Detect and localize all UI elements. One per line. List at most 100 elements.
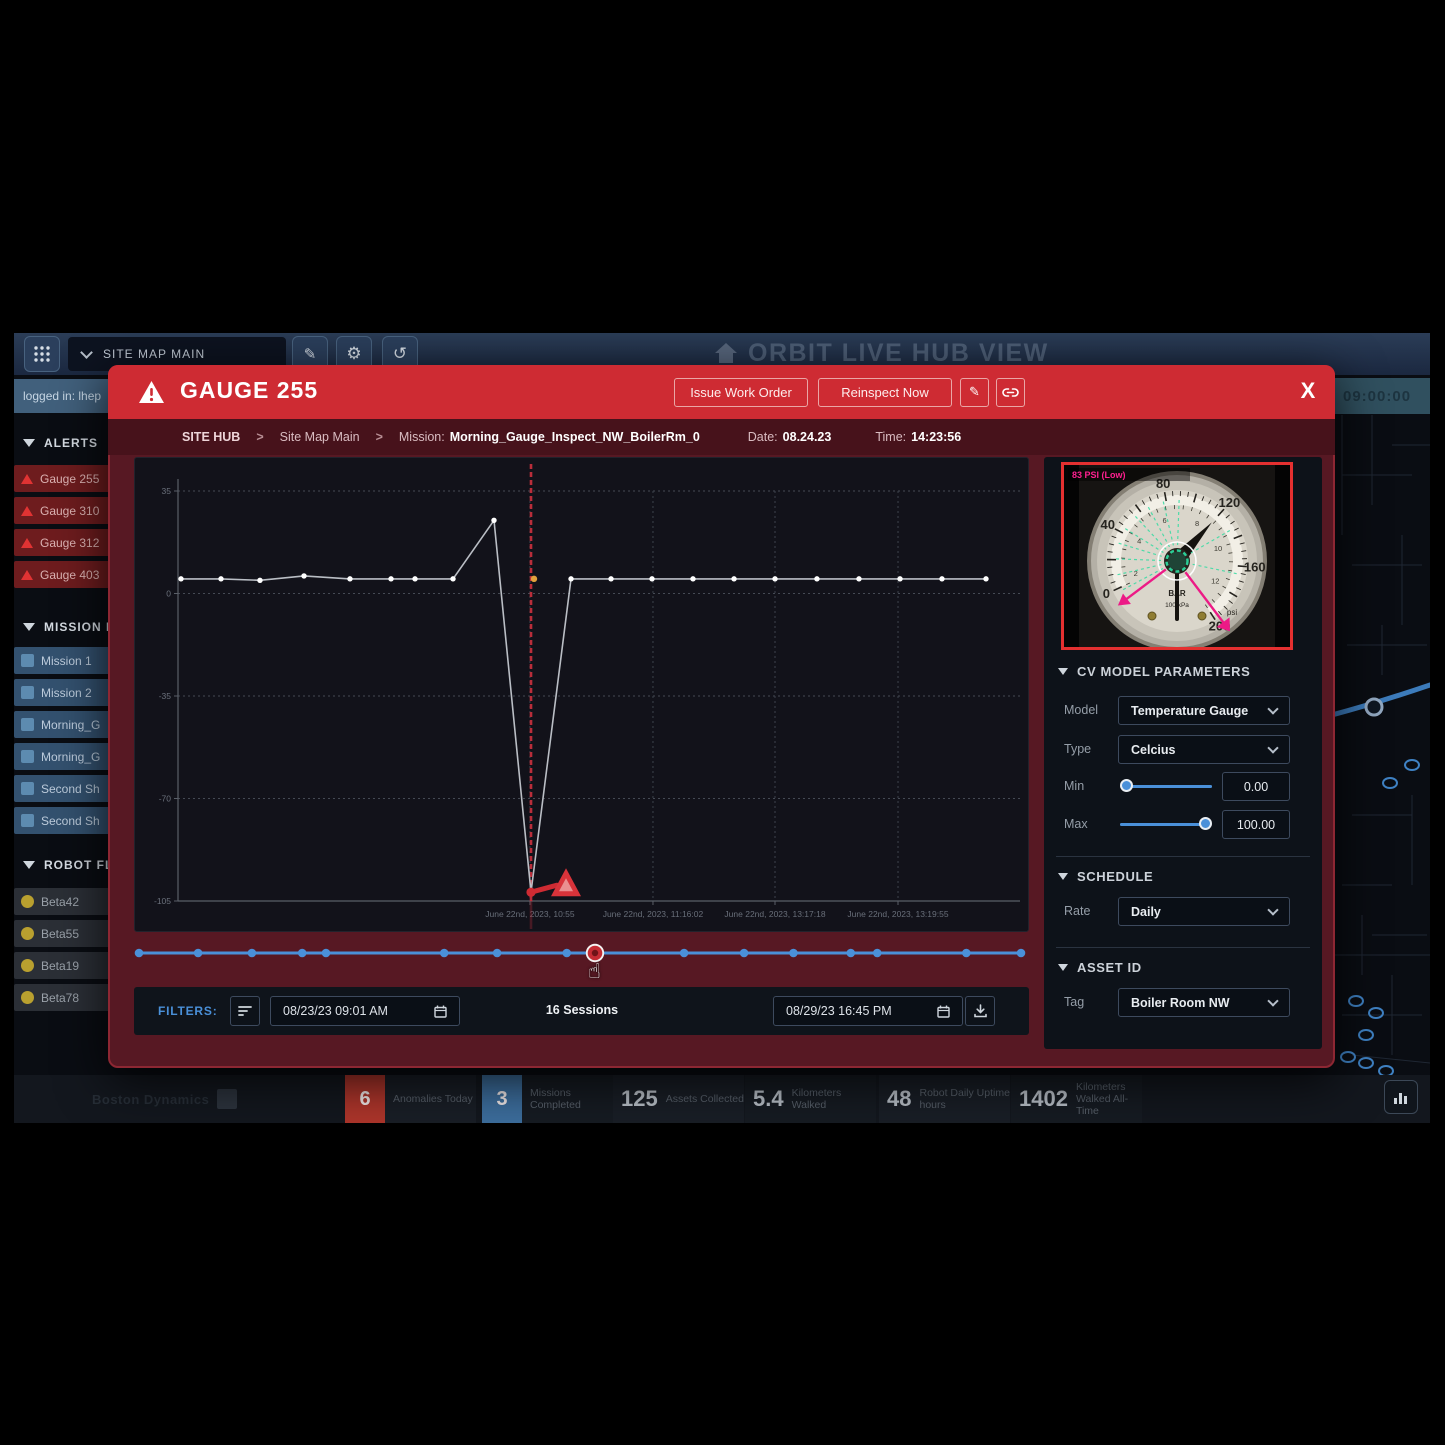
end-date-input[interactable]: 08/29/23 16:45 PM (773, 996, 963, 1026)
min-slider-handle[interactable] (1120, 779, 1133, 792)
calendar-icon (434, 1005, 447, 1018)
date-label: Date: (748, 430, 778, 444)
divider (1056, 947, 1310, 948)
collapse-triangle-icon (23, 861, 35, 869)
link-icon (1002, 387, 1019, 398)
start-date-input[interactable]: 08/23/23 09:01 AM (270, 996, 460, 1026)
filters-label: FILTERS: (158, 1004, 218, 1018)
bar-chart-icon (1393, 1090, 1409, 1104)
breadcrumb: SITE HUB > Site Map Main > Mission: Morn… (108, 419, 1335, 455)
app-grid-button[interactable] (24, 336, 60, 372)
type-label: Type (1064, 742, 1091, 756)
screenshot-stage: { "app": { "top_bar": { "site_selector":… (0, 0, 1445, 1445)
svg-text:120: 120 (1219, 495, 1241, 510)
mission-item-label: Mission 2 (41, 686, 92, 700)
robot-item-label: Beta55 (41, 927, 79, 941)
min-slider[interactable] (1120, 779, 1212, 793)
min-label: Min (1064, 779, 1084, 793)
sort-icon (238, 1005, 252, 1017)
max-slider-handle[interactable] (1199, 817, 1212, 830)
stat-value: 125 (621, 1086, 658, 1112)
modal-title: GAUGE 255 (180, 377, 318, 404)
stat-value: 3 (482, 1075, 522, 1123)
max-value-box[interactable]: 100.00 (1222, 810, 1290, 839)
filters-bar: FILTERS: 08/23/23 09:01 AM 16 Sessions (134, 987, 1029, 1035)
hand-cursor-icon: ☝ (588, 959, 601, 983)
min-value-box[interactable]: 0.00 (1222, 772, 1290, 801)
copy-link-button[interactable] (996, 378, 1025, 407)
close-modal-button[interactable]: X (1292, 375, 1324, 407)
modal-header: GAUGE 255 Issue Work Order Reinspect Now… (108, 365, 1335, 419)
stat-tile: 3Missions Completed (482, 1075, 613, 1123)
svg-text:0: 0 (1103, 586, 1110, 601)
brand-logo-row: Boston Dynamics (92, 1089, 237, 1109)
calendar-icon (937, 1005, 950, 1018)
svg-text:June 22nd, 2023, 13:19:55: June 22nd, 2023, 13:19:55 (847, 909, 948, 919)
max-label: Max (1064, 817, 1088, 831)
collapse-triangle-icon (1058, 873, 1068, 880)
svg-text:83 PSI (Low): 83 PSI (Low) (1072, 470, 1126, 480)
collapse-triangle-icon (1058, 668, 1068, 675)
stat-value: 6 (345, 1075, 385, 1123)
mission-icon (21, 814, 34, 827)
warning-triangle-icon (138, 380, 165, 404)
robot-status-icon (21, 991, 34, 1004)
mission-item-label: Morning_G (41, 718, 100, 732)
tag-dropdown[interactable]: Boiler Room NW (1118, 988, 1290, 1017)
svg-text:-70: -70 (159, 794, 172, 804)
timeline-scrubber[interactable] (134, 939, 1029, 969)
alert-item-label: Gauge 255 (40, 472, 99, 486)
grid-icon (33, 345, 51, 363)
home-icon (714, 342, 738, 364)
analytics-toggle-button[interactable] (1384, 1080, 1418, 1114)
svg-text:psi: psi (1227, 608, 1237, 617)
gauge-photo-frame[interactable]: 0408012016020024681012BAR100 kPapsi83 PS… (1061, 462, 1293, 650)
stat-tile: 5.4Kilometers Walked (745, 1075, 876, 1123)
mission-icon (21, 750, 34, 763)
svg-text:35: 35 (162, 486, 172, 496)
edit-gauge-button[interactable]: ✎ (960, 378, 989, 407)
model-dropdown[interactable]: Temperature Gauge (1118, 696, 1290, 725)
breadcrumb-site[interactable]: SITE HUB (182, 430, 240, 444)
stat-label: Robot Daily Uptime hours (919, 1087, 1010, 1111)
dashboard-app: SITE MAP MAIN ✎ ⚙ ↺ ORBIT LIVE HUB VIEW … (14, 333, 1430, 1123)
date-value: 08.24.23 (783, 430, 832, 444)
pencil-icon: ✎ (304, 345, 317, 363)
warning-triangle-icon (21, 506, 33, 516)
gauge-detail-modal: GAUGE 255 Issue Work Order Reinspect Now… (108, 365, 1335, 1068)
svg-text:40: 40 (1101, 517, 1115, 532)
issue-work-order-button[interactable]: Issue Work Order (674, 378, 808, 407)
stat-value: 1402 (1019, 1086, 1068, 1112)
rate-dropdown[interactable]: Daily (1118, 897, 1290, 926)
type-dropdown[interactable]: Celcius (1118, 735, 1290, 764)
sessions-line-chart[interactable]: 350-35-70-105June 22nd, 2023, 10:55June … (135, 458, 1028, 931)
breadcrumb-mission-name: Morning_Gauge_Inspect_NW_BoilerRm_0 (450, 430, 700, 444)
chevron-down-icon (1267, 742, 1278, 753)
asset-id-header[interactable]: ASSET ID (1058, 960, 1142, 975)
stat-label: Assets Collected (666, 1093, 744, 1105)
download-button[interactable] (965, 996, 995, 1026)
svg-text:6: 6 (1162, 516, 1166, 525)
session-count: 16 Sessions (482, 1003, 682, 1017)
stats-bar: Boston Dynamics 6Anomalies Today3Mission… (14, 1075, 1430, 1123)
tag-label: Tag (1064, 995, 1084, 1009)
reinspect-now-button[interactable]: Reinspect Now (818, 378, 952, 407)
svg-text:0: 0 (166, 589, 171, 599)
sort-button[interactable] (230, 996, 260, 1026)
mission-item-label: Mission 1 (41, 654, 92, 668)
robot-status-icon (21, 959, 34, 972)
svg-text:10: 10 (1214, 544, 1222, 553)
stat-label: Kilometers Walked (792, 1087, 876, 1111)
breadcrumb-map[interactable]: Site Map Main (280, 430, 360, 444)
collapse-triangle-icon (1058, 964, 1068, 971)
svg-text:4: 4 (1137, 536, 1141, 545)
rate-value: Daily (1131, 905, 1161, 919)
stat-tile: 125 Assets Collected (613, 1075, 744, 1123)
schedule-header[interactable]: SCHEDULE (1058, 869, 1153, 884)
divider (1056, 856, 1310, 857)
svg-text:160: 160 (1244, 559, 1266, 574)
cv-parameters-header[interactable]: CV MODEL PARAMETERS (1058, 664, 1250, 679)
brand-name: Boston Dynamics (92, 1092, 209, 1107)
end-date-value: 08/29/23 16:45 PM (786, 1004, 892, 1018)
max-slider[interactable] (1120, 817, 1212, 831)
